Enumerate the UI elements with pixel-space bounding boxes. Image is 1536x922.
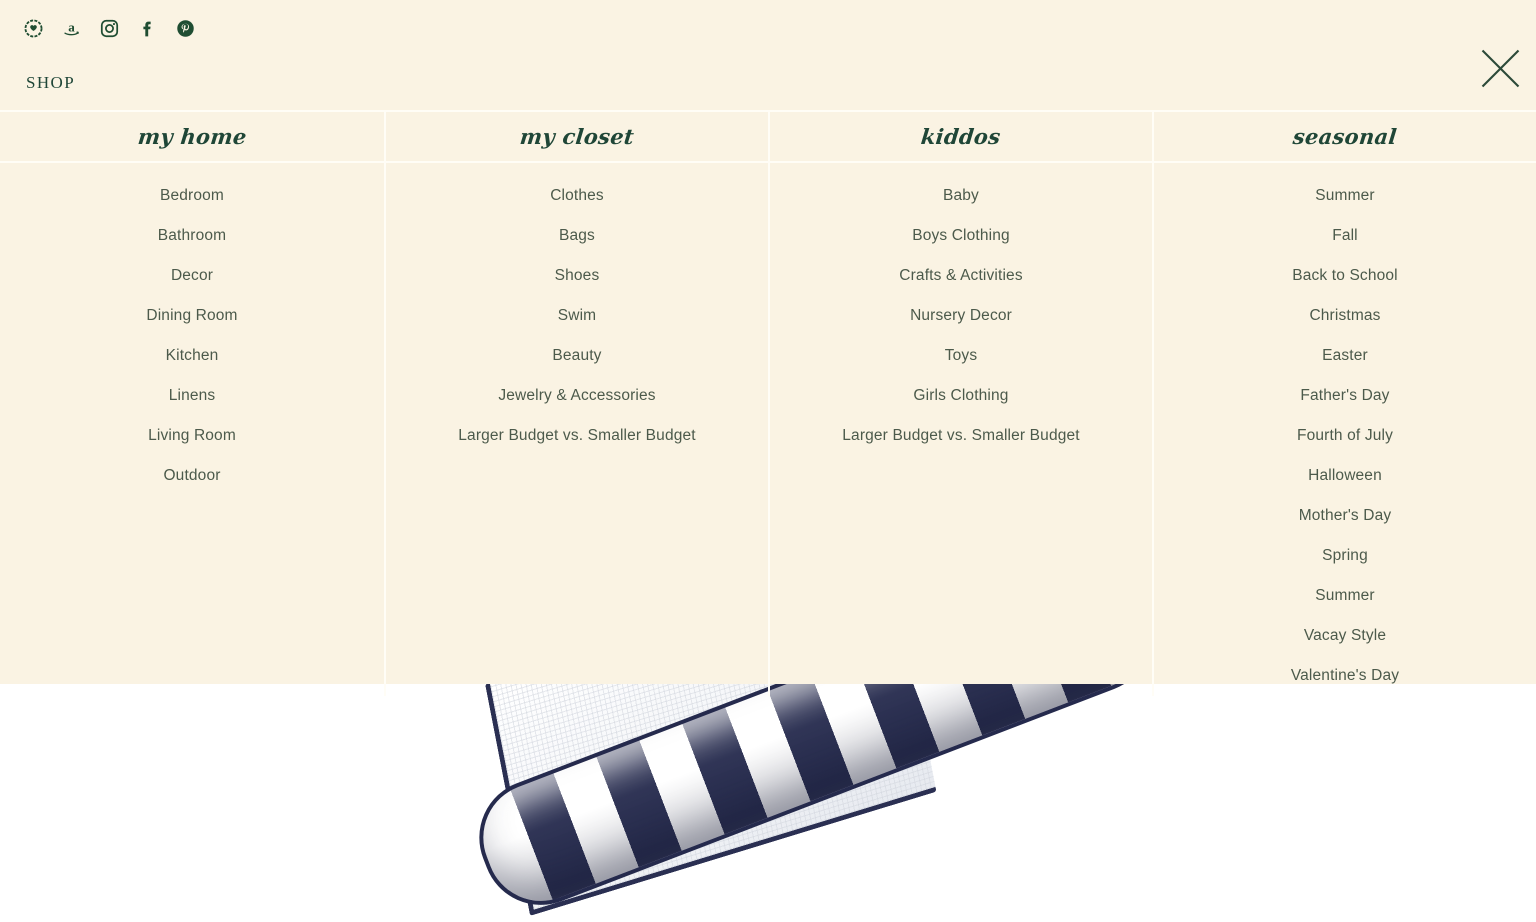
shop-label[interactable]: SHOP [26, 72, 75, 94]
menu-item[interactable]: Jewelry & Accessories [386, 376, 768, 416]
menu-item[interactable]: Larger Budget vs. Smaller Budget [386, 416, 768, 456]
menu-item[interactable]: Beauty [386, 336, 768, 376]
menu-item-list: Bedroom Bathroom Decor Dining Room Kitch… [0, 163, 384, 496]
shop-mega-menu-overlay: a SHOP my home Bedroom Bathroom Decor Di… [0, 0, 1536, 696]
menu-item-list: Summer Fall Back to School Christmas Eas… [1154, 163, 1536, 696]
menu-item[interactable]: Nursery Decor [770, 296, 1152, 336]
menu-item[interactable]: Dining Room [0, 296, 384, 336]
column-title: seasonal [1291, 124, 1399, 149]
menu-item[interactable]: Halloween [1154, 456, 1536, 496]
menu-item[interactable]: Summer [1154, 576, 1536, 616]
menu-item[interactable]: Toys [770, 336, 1152, 376]
column-title: my closet [518, 124, 636, 149]
menu-item[interactable]: Mother's Day [1154, 496, 1536, 536]
menu-item[interactable]: Valentine's Day [1154, 656, 1536, 696]
menu-item[interactable]: Bags [386, 216, 768, 256]
menu-item[interactable]: Fourth of July [1154, 416, 1536, 456]
menu-item[interactable]: Vacay Style [1154, 616, 1536, 656]
close-icon[interactable] [1480, 48, 1521, 89]
menu-item[interactable]: Summer [1154, 176, 1536, 216]
column-header-my-closet: my closet [386, 112, 768, 163]
menu-item[interactable]: Clothes [386, 176, 768, 216]
menu-item[interactable]: Living Room [0, 416, 384, 456]
menu-item-list: Clothes Bags Shoes Swim Beauty Jewelry &… [386, 163, 768, 456]
menu-item[interactable]: Fall [1154, 216, 1536, 256]
menu-item[interactable]: Easter [1154, 336, 1536, 376]
column-header-kiddos: kiddos [770, 112, 1152, 163]
menu-item[interactable]: Spring [1154, 536, 1536, 576]
menu-item[interactable]: Bedroom [0, 176, 384, 216]
menu-item[interactable]: Christmas [1154, 296, 1536, 336]
menu-columns: my home Bedroom Bathroom Decor Dining Ro… [0, 112, 1536, 696]
menu-item[interactable]: Back to School [1154, 256, 1536, 296]
menu-item[interactable]: Larger Budget vs. Smaller Budget [770, 416, 1152, 456]
menu-column-kiddos: kiddos Baby Boys Clothing Crafts & Activ… [768, 112, 1152, 696]
column-title: my home [136, 124, 248, 149]
svg-text:a: a [68, 19, 75, 34]
menu-item[interactable]: Kitchen [0, 336, 384, 376]
menu-column-my-closet: my closet Clothes Bags Shoes Swim Beauty… [384, 112, 768, 696]
menu-column-my-home: my home Bedroom Bathroom Decor Dining Ro… [0, 112, 384, 696]
menu-column-seasonal: seasonal Summer Fall Back to School Chri… [1152, 112, 1536, 696]
menu-item[interactable]: Father's Day [1154, 376, 1536, 416]
menu-item-list: Baby Boys Clothing Crafts & Activities N… [770, 163, 1152, 456]
menu-item[interactable]: Shoes [386, 256, 768, 296]
menu-item[interactable]: Outdoor [0, 456, 384, 496]
menu-item[interactable]: Decor [0, 256, 384, 296]
menu-item[interactable]: Swim [386, 296, 768, 336]
pinterest-icon[interactable] [174, 17, 196, 39]
menu-item[interactable]: Bathroom [0, 216, 384, 256]
social-links-bar: a [22, 16, 196, 40]
menu-item[interactable]: Linens [0, 376, 384, 416]
menu-item[interactable]: Girls Clothing [770, 376, 1152, 416]
instagram-icon[interactable] [98, 17, 120, 39]
ltk-icon[interactable] [22, 17, 44, 39]
menu-item[interactable]: Baby [770, 176, 1152, 216]
amazon-icon[interactable]: a [60, 17, 82, 39]
menu-item[interactable]: Crafts & Activities [770, 256, 1152, 296]
column-title: kiddos [919, 124, 1003, 149]
facebook-icon[interactable] [136, 17, 158, 39]
column-header-my-home: my home [0, 112, 384, 163]
column-header-seasonal: seasonal [1154, 112, 1536, 163]
menu-item[interactable]: Boys Clothing [770, 216, 1152, 256]
